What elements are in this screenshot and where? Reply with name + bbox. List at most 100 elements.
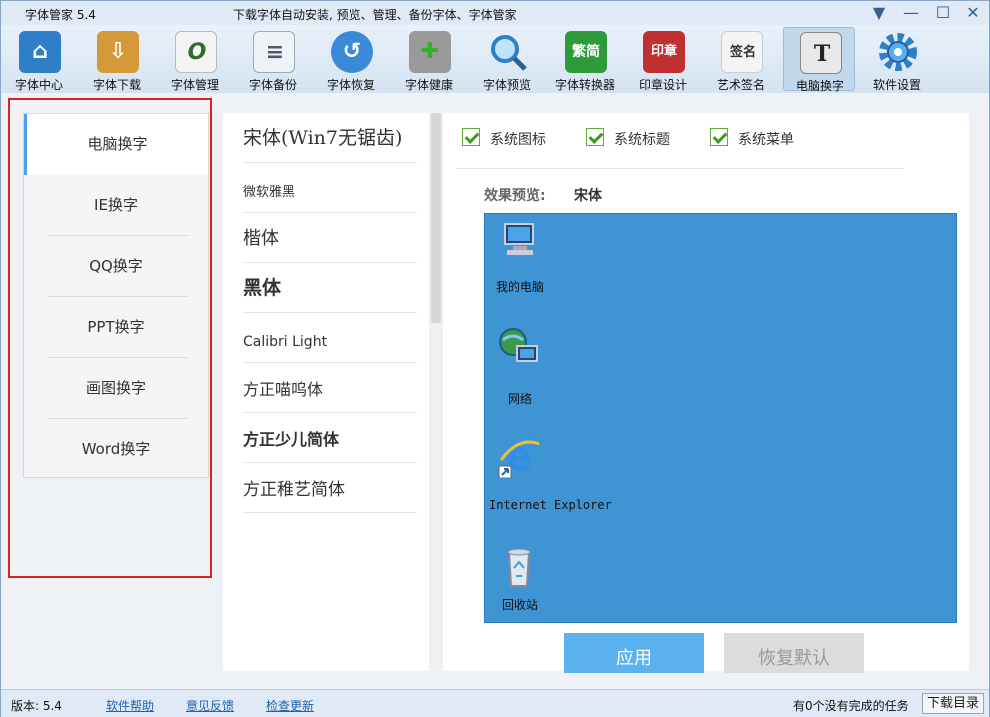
version-label: 版本: 5.4 bbox=[11, 699, 62, 713]
feedback-link[interactable]: 意见反馈 bbox=[186, 697, 234, 714]
computer-icon bbox=[497, 218, 541, 262]
font-item[interactable]: Calibri Light bbox=[243, 313, 417, 363]
reset-default-button[interactable]: 恢复默认 bbox=[724, 633, 864, 673]
document-icon: ≡ bbox=[253, 31, 295, 73]
app-window: 字体管家 5.4 下载字体自动安装, 预览、管理、备份字体、字体管家 ▼ — ☐… bbox=[0, 0, 990, 717]
font-item-label: 方正少儿简体 bbox=[243, 430, 340, 449]
toolbar-font-restore[interactable]: ↺ 字体恢复 bbox=[315, 27, 387, 92]
desktop-icon-label: 网络 bbox=[507, 392, 532, 406]
toolbar-label: 字体健康 bbox=[404, 78, 453, 92]
recycle-bin-icon bbox=[497, 544, 541, 588]
desktop-icon-computer: 我的电脑 bbox=[485, 218, 605, 298]
toolbar-art-signature[interactable]: 签名 艺术签名 bbox=[705, 27, 777, 92]
house-icon: ⌂ bbox=[19, 31, 61, 73]
checkbox-label: 系统菜单 bbox=[738, 132, 794, 148]
toolbar-font-center[interactable]: ⌂ 字体中心 bbox=[3, 27, 75, 92]
download-box-icon: ⇩ bbox=[97, 31, 139, 73]
font-item-label: 楷体 bbox=[243, 228, 279, 249]
left-menu-item-pc[interactable]: 电脑换字 bbox=[24, 114, 208, 175]
toolbar-font-preview[interactable]: 字体预览 bbox=[471, 27, 543, 92]
font-item-label: 方正喵呜体 bbox=[243, 380, 324, 399]
desktop-preview: 我的电脑 网络 e Internet Explorer 回收站 bbox=[484, 213, 957, 623]
toolbar-font-download[interactable]: ⇩ 字体下载 bbox=[81, 27, 153, 92]
font-item-label: Calibri Light bbox=[243, 334, 328, 350]
checkmark-icon bbox=[586, 128, 604, 146]
font-item[interactable]: 方正少儿简体 bbox=[243, 413, 417, 463]
font-item[interactable]: 方正稚艺简体 bbox=[243, 463, 417, 513]
seal-icon: 印章 bbox=[643, 31, 685, 73]
font-item[interactable]: 微软雅黑 bbox=[243, 163, 417, 213]
toolbar-font-health[interactable]: ✚ 字体健康 bbox=[393, 27, 465, 92]
checkbox-label: 系统标题 bbox=[614, 132, 670, 148]
task-status: 有0个没有完成的任务 bbox=[793, 699, 909, 713]
gear-icon bbox=[877, 31, 919, 73]
close-button[interactable]: ✕ bbox=[959, 3, 987, 23]
font-item-label: 微软雅黑 bbox=[243, 185, 296, 200]
download-directory-button[interactable]: 下载目录 bbox=[922, 693, 984, 714]
font-item-label: 宋体(Win7无锯齿) bbox=[243, 127, 403, 149]
title-bar: 字体管家 5.4 下载字体自动安装, 预览、管理、备份字体、字体管家 ▼ — ☐… bbox=[1, 1, 989, 25]
toolbar-label: 字体恢复 bbox=[326, 78, 375, 92]
left-menu-item-ppt[interactable]: PPT换字 bbox=[24, 297, 208, 358]
maximize-button[interactable]: ☐ bbox=[929, 3, 957, 23]
left-menu-item-paint[interactable]: 画图换字 bbox=[24, 358, 208, 419]
left-menu-item-ie[interactable]: IE换字 bbox=[24, 175, 208, 236]
desktop-icon-label: 回收站 bbox=[501, 598, 538, 612]
font-item[interactable]: 方正喵呜体 bbox=[243, 363, 417, 413]
menu-dropdown-icon[interactable]: ▼ bbox=[865, 3, 893, 23]
toolbar-label: 字体中心 bbox=[14, 78, 63, 92]
ie-icon: e bbox=[497, 434, 541, 480]
font-item-label: 黑体 bbox=[243, 277, 282, 299]
font-list-scrollbar[interactable] bbox=[429, 113, 443, 671]
checkmark-icon bbox=[710, 128, 728, 146]
font-item[interactable]: 宋体(Win7无锯齿) bbox=[243, 113, 417, 163]
toolbar-label: 字体下载 bbox=[92, 78, 141, 92]
preview-label: 效果预览: bbox=[484, 188, 546, 204]
toolbar-font-converter[interactable]: 繁简 字体转换器 bbox=[549, 27, 621, 92]
toolbar-label: 软件设置 bbox=[872, 78, 921, 92]
apply-button[interactable]: 应用 bbox=[564, 633, 704, 673]
app-slogan: 下载字体自动安装, 预览、管理、备份字体、字体管家 bbox=[233, 8, 517, 22]
network-icon bbox=[497, 326, 541, 370]
toolbar-font-manage[interactable]: O 字体管理 bbox=[159, 27, 231, 92]
left-menu-item-word[interactable]: Word换字 bbox=[24, 419, 208, 480]
desktop-icon-label: Internet Explorer bbox=[489, 498, 612, 512]
toolbar-label: 字体转换器 bbox=[554, 78, 615, 92]
font-list: 宋体(Win7无锯齿) 微软雅黑 楷体 黑体 Calibri Light 方正喵… bbox=[223, 113, 429, 671]
toolbar-seal-design[interactable]: 印章 印章设计 bbox=[627, 27, 699, 92]
main-area: 电脑换字 IE换字 QQ换字 PPT换字 画图换字 Word换字 宋体(Win7… bbox=[1, 93, 989, 689]
desktop-icon-label: 我的电脑 bbox=[495, 280, 544, 294]
checkmark-icon bbox=[462, 128, 480, 146]
preview-font-name: 宋体 bbox=[574, 188, 602, 204]
desktop-icon-network: 网络 bbox=[485, 326, 605, 406]
restore-icon: ↺ bbox=[331, 31, 373, 73]
magnifier-icon bbox=[487, 31, 529, 73]
first-aid-kit-icon: ✚ bbox=[409, 31, 451, 73]
checkbox-label: 系统图标 bbox=[490, 132, 546, 148]
left-menu-item-qq[interactable]: QQ换字 bbox=[24, 236, 208, 297]
minimize-button[interactable]: — bbox=[897, 3, 925, 23]
toolbar-label: 印章设计 bbox=[638, 78, 687, 92]
desktop-icon-recycle-bin: 回收站 bbox=[485, 544, 605, 624]
converter-icon: 繁简 bbox=[565, 31, 607, 73]
main-toolbar: ⌂ 字体中心 ⇩ 字体下载 O 字体管理 ≡ 字体备份 ↺ 字体恢复 ✚ 字体健… bbox=[1, 25, 989, 93]
toolbar-settings[interactable]: 软件设置 bbox=[861, 27, 933, 92]
signature-icon: 签名 bbox=[721, 31, 763, 73]
toolbar-label: 电脑换字 bbox=[795, 79, 844, 93]
options-panel: 系统图标 系统标题 系统菜单 效果预览: 宋体 我的电脑 网络 e Intern… bbox=[443, 113, 969, 673]
toolbar-label: 字体管理 bbox=[170, 78, 219, 92]
toolbar-label: 艺术签名 bbox=[716, 78, 765, 92]
toolbar-font-backup[interactable]: ≡ 字体备份 bbox=[237, 27, 309, 92]
font-item[interactable]: 黑体 bbox=[243, 263, 417, 313]
font-item[interactable]: 楷体 bbox=[243, 213, 417, 263]
font-manage-icon: O bbox=[175, 31, 217, 73]
toolbar-pc-font-change[interactable]: T 电脑换字 bbox=[783, 27, 855, 93]
check-update-link[interactable]: 检查更新 bbox=[266, 697, 314, 714]
help-link[interactable]: 软件帮助 bbox=[106, 697, 154, 714]
divider bbox=[457, 168, 903, 169]
app-title: 字体管家 5.4 bbox=[25, 8, 96, 22]
font-item-label: 方正稚艺简体 bbox=[243, 480, 345, 500]
toolbar-label: 字体预览 bbox=[482, 78, 531, 92]
scrollbar-thumb[interactable] bbox=[431, 113, 441, 323]
status-bar: 版本: 5.4 软件帮助 意见反馈 检查更新 有0个没有完成的任务 下载目录 bbox=[1, 689, 989, 717]
